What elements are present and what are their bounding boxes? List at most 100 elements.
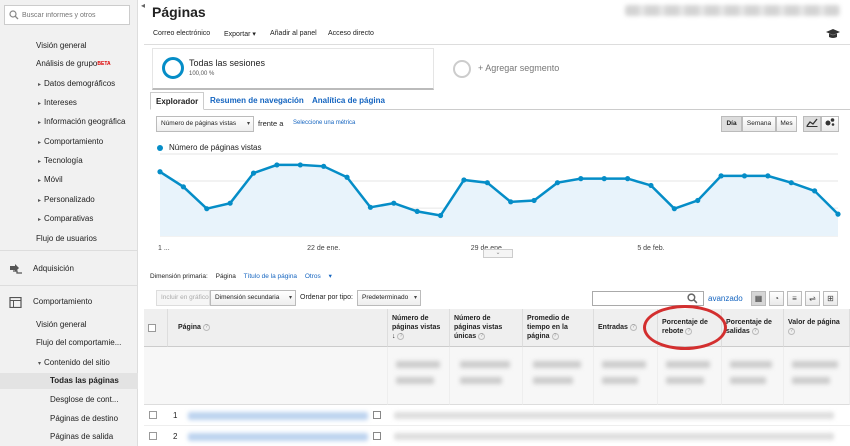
- data-point[interactable]: [578, 176, 584, 182]
- sidebar-item-móvil[interactable]: ▸ Móvil: [0, 172, 138, 188]
- tab-resumen-navegacion[interactable]: Resumen de navegación: [205, 92, 309, 110]
- select-all-checkbox[interactable]: [148, 323, 156, 332]
- sidebar-item-personalizado[interactable]: ▸ Personalizado: [0, 192, 138, 208]
- sidebar-item-contenido-del-sitio[interactable]: ▾ Contenido del sitio: [0, 355, 138, 371]
- sidebar-item-información-geográfica[interactable]: ▸ Información geográfica: [0, 114, 138, 130]
- data-point[interactable]: [180, 184, 186, 190]
- pivot-view-icon[interactable]: ⊞: [823, 291, 838, 306]
- column-header-page-value[interactable]: Valor de página ?: [784, 309, 850, 347]
- motion-chart-icon[interactable]: [821, 116, 839, 132]
- data-point[interactable]: [321, 163, 327, 169]
- column-header-bounce-rate[interactable]: Porcentaje de rebote ?: [658, 309, 722, 347]
- row-checkbox[interactable]: [149, 411, 157, 419]
- granularity-day-button[interactable]: Día: [721, 116, 742, 132]
- open-external-icon[interactable]: [373, 432, 381, 440]
- sidebar-item-visión-general[interactable]: Visión general: [0, 38, 138, 54]
- sidebar-item-flujo-del-comportamie-[interactable]: Flujo del comportamie...: [0, 335, 138, 351]
- plot-rows-button[interactable]: Incluir en gráfico: [156, 290, 210, 306]
- data-point[interactable]: [274, 162, 280, 168]
- sort-type-select[interactable]: Predeterminado ▾: [357, 290, 421, 306]
- export-button[interactable]: Exportar ▾: [224, 30, 256, 38]
- sidebar-item-intereses[interactable]: ▸ Intereses: [0, 95, 138, 111]
- data-point[interactable]: [461, 177, 467, 183]
- data-point[interactable]: [157, 169, 163, 175]
- sidebar-item-análisis-de-grupo[interactable]: Análisis de grupoBETA: [0, 56, 138, 72]
- comparison-view-icon[interactable]: ⇌: [805, 291, 820, 306]
- collapse-sidebar-icon[interactable]: ◂: [139, 0, 147, 12]
- search-icon[interactable]: [687, 293, 698, 304]
- data-point[interactable]: [484, 180, 490, 186]
- data-point[interactable]: [227, 200, 233, 206]
- help-icon[interactable]: ?: [751, 327, 759, 335]
- help-icon[interactable]: ?: [551, 332, 559, 340]
- sidebar-item-comparativas[interactable]: ▸ Comparativas: [0, 211, 138, 227]
- sidebar-item-todas-las-páginas[interactable]: Todas las páginas: [0, 373, 138, 389]
- column-header-page[interactable]: Página ?: [168, 309, 388, 347]
- tab-analitica-pagina[interactable]: Analítica de página: [307, 92, 390, 110]
- data-point[interactable]: [741, 173, 748, 179]
- data-point[interactable]: [204, 206, 210, 212]
- page-link[interactable]: [188, 412, 368, 420]
- search-input[interactable]: [22, 9, 126, 22]
- data-point[interactable]: [297, 162, 303, 168]
- help-icon[interactable]: ?: [397, 332, 405, 340]
- data-point[interactable]: [788, 180, 794, 186]
- sidebar-item-comportamiento[interactable]: ▸ Comportamiento: [0, 134, 138, 150]
- sidebar-item-páginas-de-destino[interactable]: Páginas de destino: [0, 411, 138, 427]
- data-point[interactable]: [624, 176, 631, 182]
- data-point[interactable]: [695, 197, 701, 204]
- metric-select[interactable]: Número de páginas vistas ▾: [156, 116, 254, 132]
- help-icon[interactable]: ?: [202, 324, 210, 331]
- sidebar-item-visión-general[interactable]: Visión general: [0, 317, 138, 333]
- tab-explorador[interactable]: Explorador: [150, 92, 205, 110]
- sidebar-item-tecnología[interactable]: ▸ Tecnología: [0, 153, 138, 169]
- sidebar-item-desglose-de-cont-[interactable]: Desglose de cont...: [0, 392, 138, 408]
- data-point[interactable]: [367, 204, 374, 210]
- add-segment-button[interactable]: + Agregar segmento: [442, 48, 742, 90]
- granularity-week-button[interactable]: Semana: [742, 116, 776, 132]
- data-point[interactable]: [344, 174, 350, 180]
- column-header-entrances[interactable]: Entradas ?: [594, 309, 658, 347]
- column-header-pageviews[interactable]: Número de páginas vistas ↓ ?: [388, 309, 450, 347]
- sidebar-item-flujo-de-usuarios[interactable]: Flujo de usuarios: [0, 231, 138, 247]
- table-view-icon[interactable]: ▦: [751, 291, 766, 306]
- line-chart-icon[interactable]: [803, 116, 821, 132]
- data-point[interactable]: [554, 180, 561, 186]
- shortcut-button[interactable]: Acceso directo: [328, 30, 374, 37]
- sidebar-item-datos-demográficos[interactable]: ▸ Datos demográficos: [0, 76, 138, 92]
- select-metric-link[interactable]: Seleccione una métrica: [293, 120, 355, 126]
- data-point[interactable]: [250, 170, 257, 176]
- column-header-exit-rate[interactable]: Porcentaje de salidas ?: [722, 309, 784, 347]
- data-point[interactable]: [812, 188, 818, 194]
- page-link[interactable]: [188, 433, 368, 441]
- data-point[interactable]: [601, 176, 607, 182]
- email-button[interactable]: Correo electrónico: [153, 30, 210, 37]
- add-to-dashboard-button[interactable]: Añadir al panel: [270, 30, 317, 37]
- row-checkbox[interactable]: [149, 432, 157, 440]
- sidebar-section-adquisicion[interactable]: Adquisición: [0, 261, 138, 279]
- help-icon[interactable]: ?: [685, 327, 693, 335]
- segment-all-sessions[interactable]: Todas las sesiones 100,00 %: [152, 48, 434, 90]
- help-icon[interactable]: ?: [629, 324, 637, 331]
- data-point[interactable]: [648, 182, 654, 189]
- sidebar-item-páginas-de-salida[interactable]: Páginas de salida: [0, 429, 138, 445]
- data-point[interactable]: [391, 200, 397, 206]
- data-point[interactable]: [671, 206, 677, 212]
- data-point[interactable]: [835, 211, 841, 217]
- column-header-avg-time[interactable]: Promedio de tiempo en la página ?: [523, 309, 594, 347]
- chart-resize-handle[interactable]: ⌄: [483, 249, 513, 258]
- data-point[interactable]: [765, 173, 771, 179]
- help-icon[interactable]: ?: [478, 332, 486, 340]
- help-icon[interactable]: ?: [788, 327, 795, 335]
- data-point[interactable]: [508, 199, 514, 205]
- dimension-page-title-link[interactable]: Título de la página: [244, 273, 297, 280]
- search-box[interactable]: [4, 5, 130, 25]
- data-point[interactable]: [414, 208, 420, 214]
- open-external-icon[interactable]: [373, 411, 381, 419]
- data-point[interactable]: [437, 212, 444, 219]
- graduation-cap-icon[interactable]: [826, 28, 840, 40]
- dimension-others-dropdown[interactable]: Otros ▾: [305, 273, 332, 280]
- pie-view-icon[interactable]: ◔: [769, 291, 784, 306]
- secondary-dimension-select[interactable]: Dimensión secundaria ▾: [210, 290, 296, 306]
- data-point[interactable]: [531, 197, 537, 204]
